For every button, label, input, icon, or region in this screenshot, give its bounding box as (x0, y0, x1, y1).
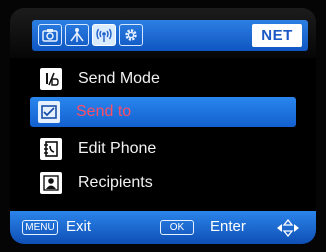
menu-key[interactable]: MENU (22, 220, 58, 235)
menu-item-label: Edit Phone (78, 140, 157, 157)
menu-item-label: Send Mode (78, 70, 160, 87)
tab-camera[interactable] (38, 24, 62, 46)
menu-item-send-to[interactable]: Send to (30, 97, 296, 127)
tab-settings[interactable] (119, 24, 143, 46)
phone-book-icon (40, 138, 62, 160)
menu-item-label: Recipients (78, 174, 153, 191)
send-to-icon (38, 101, 60, 123)
menu-item-edit-phone[interactable]: Edit Phone (32, 134, 294, 164)
top-bar: NET (10, 8, 316, 58)
menu-item-send-mode[interactable]: Send Mode (32, 64, 294, 94)
wireless-icon (95, 27, 113, 43)
tab-bar: NET (32, 20, 308, 51)
menu-item-label: Send to (76, 103, 132, 120)
ok-key[interactable]: OK (160, 220, 194, 235)
exit-label: Exit (66, 218, 92, 235)
tab-network[interactable] (65, 24, 89, 46)
menu-item-recipients[interactable]: Recipients (32, 168, 294, 198)
tab-wireless[interactable] (92, 24, 116, 46)
enter-label: Enter (210, 218, 246, 235)
recipient-icon (40, 172, 62, 194)
send-mode-icon (40, 68, 62, 90)
device-screen: NET Send Mode Send to Edit Phone Recipie… (10, 8, 316, 244)
gear-icon (123, 27, 139, 43)
camera-icon (42, 28, 58, 42)
bottom-bar: MENU Exit OK Enter (10, 211, 316, 244)
direction-pad-icon (276, 218, 300, 241)
net-badge: NET (252, 24, 302, 47)
network-icon (69, 27, 85, 43)
